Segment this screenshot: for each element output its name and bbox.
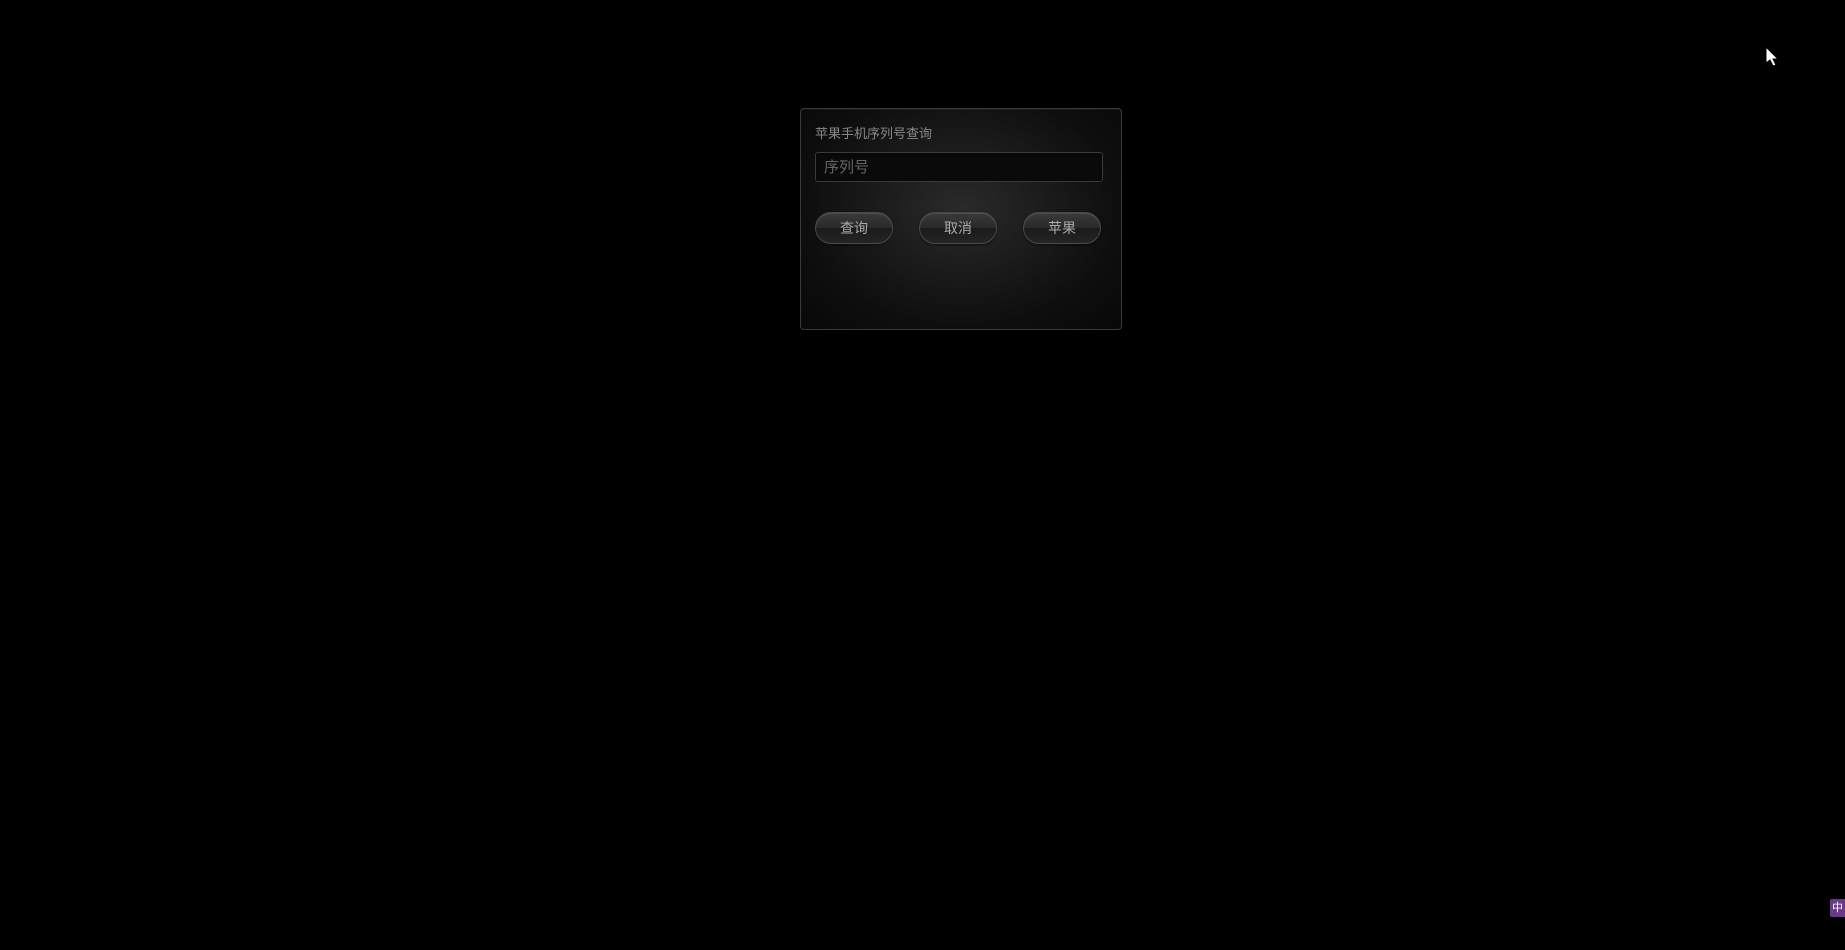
apple-button[interactable]: 苹果 (1023, 212, 1101, 244)
dialog-title: 苹果手机序列号查询 (815, 123, 1107, 142)
serial-lookup-dialog: 苹果手机序列号查询 查询 取消 苹果 (800, 108, 1122, 330)
cancel-button[interactable]: 取消 (919, 212, 997, 244)
mouse-cursor-icon (1766, 47, 1782, 69)
serial-number-input[interactable] (815, 152, 1103, 182)
button-row: 查询 取消 苹果 (815, 212, 1107, 244)
search-button[interactable]: 查询 (815, 212, 893, 244)
ime-indicator[interactable]: 中 (1830, 899, 1845, 917)
